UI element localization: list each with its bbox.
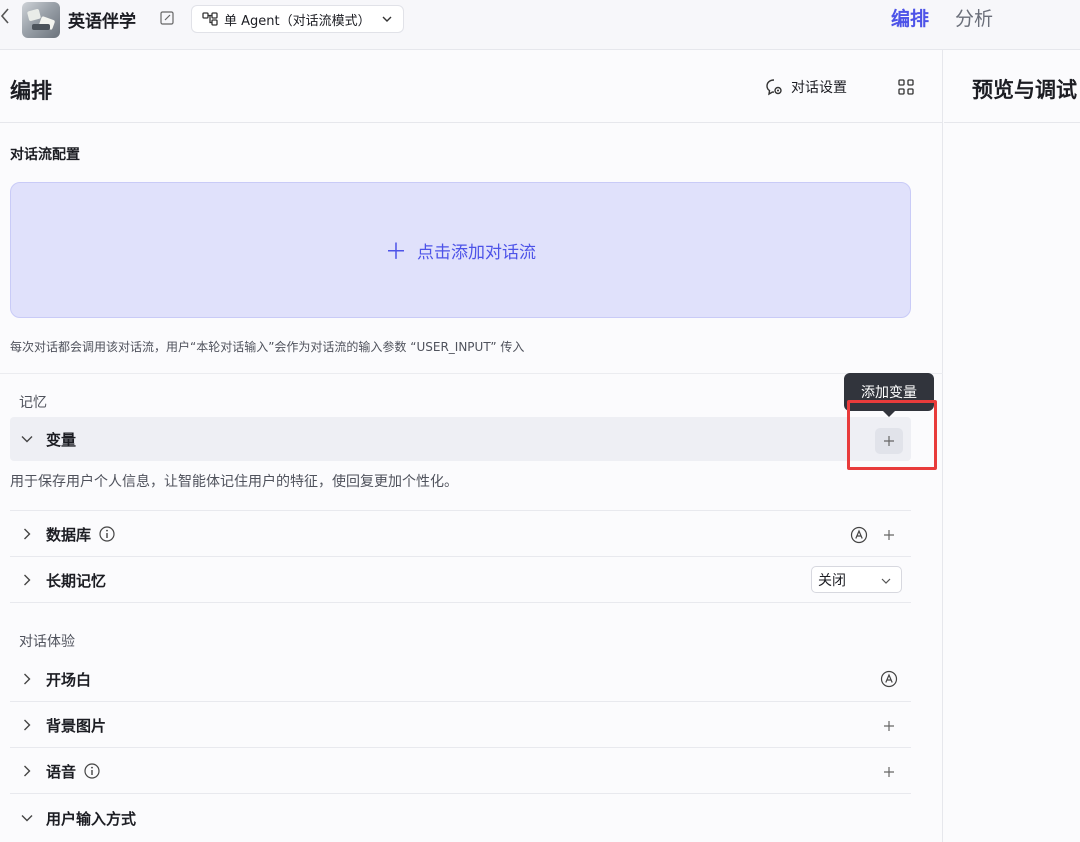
chevron-right-icon: [24, 574, 31, 586]
divider: [0, 373, 943, 374]
add-voice-icon[interactable]: [882, 765, 896, 779]
chevron-right-icon: [24, 528, 31, 540]
long-term-memory-value: 关闭: [818, 572, 846, 589]
divider: [0, 122, 943, 123]
top-bar: 英语伴学 单 Agent（对话流模式） 编排 分析: [0, 0, 1080, 50]
dialog-settings-button[interactable]: 对话设置: [765, 77, 847, 97]
agent-mode-select[interactable]: 单 Agent（对话流模式）: [191, 5, 404, 33]
variable-row-label: 变量: [46, 430, 77, 449]
chevron-right-icon: [24, 765, 31, 777]
divider: [10, 747, 911, 748]
voice-row-label: 语音: [46, 762, 77, 781]
info-icon[interactable]: [84, 763, 100, 779]
long-term-memory-row[interactable]: 长期记忆: [10, 558, 911, 602]
tab-analysis[interactable]: 分析: [955, 4, 993, 31]
add-database-icon[interactable]: [882, 528, 896, 542]
panel-title: 编排: [10, 79, 52, 103]
user-input-mode-row[interactable]: 用户输入方式: [10, 796, 911, 840]
info-icon[interactable]: [99, 526, 115, 542]
layout-grid-icon[interactable]: [898, 79, 914, 95]
database-row[interactable]: 数据库: [10, 512, 911, 556]
divider: [10, 556, 911, 557]
chevron-down-icon: [21, 436, 33, 443]
variable-row[interactable]: 变量: [10, 417, 911, 461]
divider: [10, 793, 911, 794]
chevron-down-icon: [21, 815, 33, 822]
dialog-settings-label: 对话设置: [791, 80, 847, 96]
edit-icon[interactable]: [160, 10, 174, 25]
long-term-memory-label: 长期记忆: [46, 571, 107, 590]
app-avatar: [22, 2, 60, 38]
memory-group-label: 记忆: [19, 395, 47, 411]
background-image-label: 背景图片: [46, 716, 107, 735]
voice-row[interactable]: 语音: [10, 749, 911, 793]
chevron-down-icon: [881, 578, 891, 584]
experience-group-label: 对话体验: [19, 634, 75, 650]
divider: [10, 510, 911, 511]
divider: [10, 701, 911, 702]
back-icon[interactable]: [0, 8, 14, 30]
add-variable-tooltip: 添加变量: [844, 373, 934, 411]
variable-description: 用于保存用户个人信息，让智能体记住用户的特征，使回复更加个性化。: [10, 474, 458, 490]
tooltip-arrow: [882, 410, 896, 417]
add-flow-label: 点击添加对话流: [417, 242, 536, 263]
add-flow-button[interactable]: ＋ 点击添加对话流: [10, 182, 911, 318]
background-image-row[interactable]: 背景图片: [10, 703, 911, 747]
tab-arrange[interactable]: 编排: [891, 4, 929, 31]
workflow-icon: [202, 12, 218, 26]
plus-icon: [884, 436, 894, 446]
add-background-icon[interactable]: [882, 719, 896, 733]
app-name: 英语伴学: [68, 12, 136, 32]
long-term-memory-select[interactable]: 关闭: [811, 566, 902, 593]
opening-row[interactable]: 开场白: [10, 657, 911, 701]
divider: [944, 122, 1080, 123]
chat-settings-icon: [766, 79, 782, 96]
preview-debug-title: 预览与调试: [972, 78, 1077, 102]
plus-icon: ＋: [384, 240, 407, 265]
opening-row-label: 开场白: [46, 670, 92, 689]
user-input-mode-label: 用户输入方式: [46, 809, 137, 828]
chevron-right-icon: [24, 673, 31, 685]
add-variable-button[interactable]: [875, 428, 903, 454]
auto-icon[interactable]: [880, 670, 898, 688]
flow-hint: 每次对话都会调用该对话流，用户“本轮对话输入”会作为对话流的输入参数 “USER…: [10, 340, 525, 354]
arrange-panel: 编排 对话设置 对话流配置 ＋ 点击添加对话流 每次对话都会调用该对话流，用户“…: [0, 50, 943, 842]
database-row-label: 数据库: [46, 525, 92, 544]
chevron-right-icon: [24, 719, 31, 731]
auto-icon[interactable]: [850, 526, 868, 544]
flow-config-label: 对话流配置: [10, 147, 80, 163]
chevron-down-icon: [382, 16, 392, 22]
divider: [10, 602, 911, 603]
agent-mode-label: 单 Agent（对话流模式）: [224, 13, 371, 29]
